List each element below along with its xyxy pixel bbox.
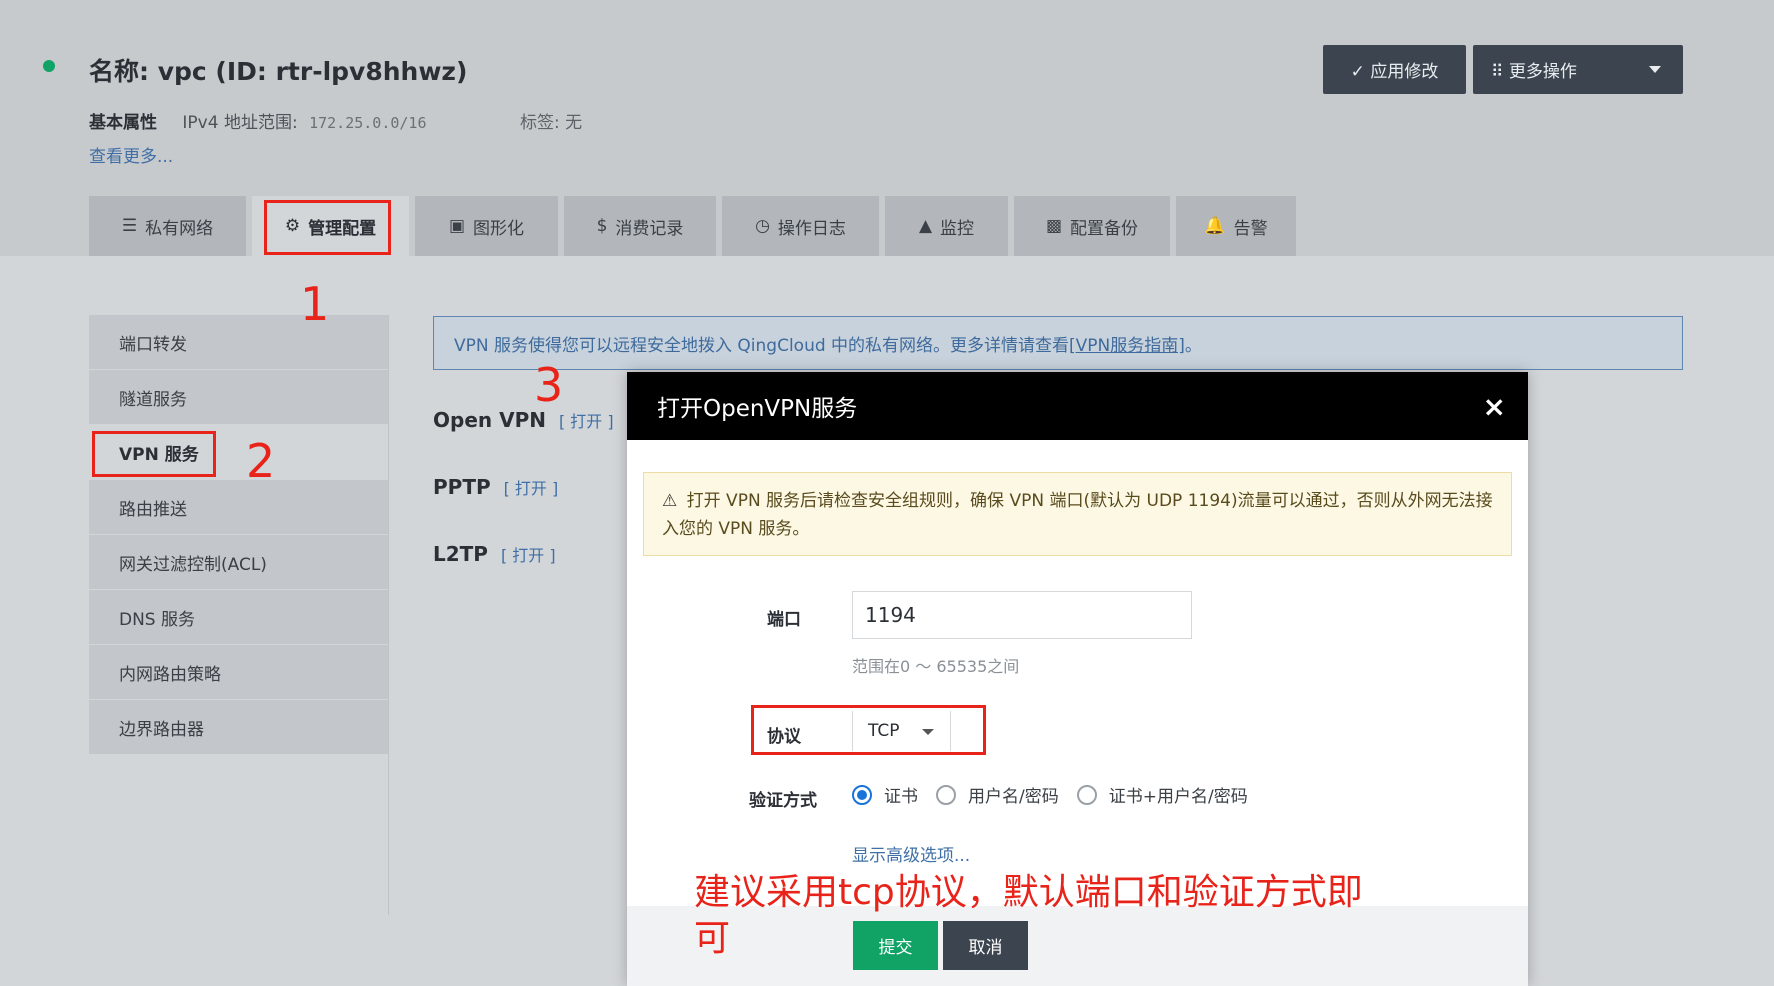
annotation-box-tab (264, 200, 391, 255)
sidebar-divider (388, 315, 389, 915)
annotation-number-3: 3 (534, 358, 564, 412)
auth-option-label: 证书 (884, 787, 918, 807)
info-end: 。 (1184, 335, 1202, 356)
vpn-openvpn-row: Open VPN [ 打开 ] (433, 408, 614, 432)
tab-label: 配置备份 (1070, 218, 1139, 239)
port-label: 端口 (767, 610, 801, 630)
basic-attributes: 基本属性 IPv4 地址范围: 172.25.0.0/16 (89, 108, 427, 133)
sidebar-item-port-forwarding[interactable]: 端口转发 (89, 315, 389, 370)
warning-alert: ⚠ 打开 VPN 服务后请检查安全组规则，确保 VPN 端口(默认为 UDP 1… (643, 472, 1512, 556)
annotation-number-1: 1 (300, 277, 330, 331)
area-chart-icon: ▲ (918, 216, 933, 236)
more-actions-button[interactable]: ⠿ 更多操作 (1473, 45, 1683, 94)
l2tp-open-link[interactable]: [ 打开 ] (501, 546, 556, 565)
auth-option-label: 用户名/密码 (968, 787, 1059, 807)
tab-graphic[interactable]: ▣ 图形化 (415, 196, 558, 256)
auth-cert-radio[interactable] (852, 784, 872, 805)
sidebar-item-route-push[interactable]: 路由推送 (89, 480, 389, 535)
port-input[interactable]: 1194 (852, 591, 1192, 639)
vpn-l2tp-row: L2TP [ 打开 ] (433, 542, 556, 566)
clock-icon: ◷ (755, 216, 770, 236)
annotation-box-sidebar (92, 431, 216, 477)
vpn-pptp-row: PPTP [ 打开 ] (433, 475, 558, 499)
auth-cert-userpass-radio[interactable] (1076, 784, 1097, 805)
tab-monitor[interactable]: ▲ 监控 (885, 196, 1008, 256)
dollar-icon: $ (596, 216, 608, 236)
vpn-name: L2TP (433, 542, 488, 566)
list-icon: ☰ (121, 216, 138, 236)
vpn-name: PPTP (433, 475, 491, 499)
auth-userpass-radio[interactable] (936, 784, 956, 805)
tab-label: 监控 (940, 218, 975, 239)
port-hint: 范围在0 ～ 65535之间 (852, 657, 1020, 676)
tab-label: 告警 (1233, 218, 1268, 239)
tab-label: 私有网络 (145, 218, 214, 239)
sidebar-item-route-policy[interactable]: 内网路由策略 (89, 645, 389, 700)
camera-icon: ▩ (1045, 216, 1063, 236)
apply-changes-button[interactable]: ✓ 应用修改 (1323, 45, 1466, 94)
ipv4-label: IPv4 地址范围: (182, 113, 298, 133)
more-actions-label: ⠿ 更多操作 (1491, 62, 1577, 82)
basic-attributes-label: 基本属性 (89, 113, 157, 133)
tab-alarm[interactable]: 🔔 告警 (1176, 196, 1296, 256)
sidebar-item-acl[interactable]: 网关过滤控制(ACL) (89, 535, 389, 590)
vpn-guide-link[interactable]: [VPN服务指南] (1069, 331, 1185, 356)
sidebar-item-dns[interactable]: DNS 服务 (89, 590, 389, 645)
dialog-title: 打开OpenVPN服务 (657, 396, 858, 422)
show-advanced-options-link[interactable]: 显示高级选项... (852, 841, 970, 866)
tab-label: 图形化 (473, 218, 525, 239)
resource-title: 名称: vpc (ID: rtr-lpv8hhwz) (89, 57, 468, 86)
vpn-name: Open VPN (433, 408, 546, 432)
close-icon[interactable]: × (1483, 390, 1506, 423)
warning-text: 打开 VPN 服务后请检查安全组规则，确保 VPN 端口(默认为 UDP 119… (662, 491, 1493, 539)
see-more-link[interactable]: 查看更多... (89, 142, 173, 167)
sidebar-item-tunnel[interactable]: 隧道服务 (89, 370, 389, 425)
apply-changes-label: ✓ 应用修改 (1350, 62, 1439, 82)
annotation-number-2: 2 (246, 434, 276, 488)
image-icon: ▣ (448, 216, 466, 236)
vpn-info-banner: VPN 服务使得您可以远程安全地拨入 QingCloud 中的私有网络。更多详情… (433, 316, 1683, 370)
tab-label: 操作日志 (777, 218, 846, 239)
sidebar-item-border-router[interactable]: 边界路由器 (89, 700, 389, 755)
tab-config-backup[interactable]: ▩ 配置备份 (1014, 196, 1170, 256)
annotation-box-protocol (751, 705, 986, 755)
warning-icon: ⚠ (662, 491, 678, 511)
tab-billing-records[interactable]: $ 消费记录 (564, 196, 716, 256)
auth-method-group: 证书 用户名/密码 证书+用户名/密码 (852, 782, 1266, 807)
chevron-down-icon (1649, 66, 1661, 73)
info-text: VPN 服务使得您可以远程安全地拨入 QingCloud 中的私有网络。更多详情… (454, 335, 1070, 356)
annotation-note: 建议采用tcp协议，默认端口和验证方式即可 (694, 872, 1363, 959)
tab-label: 消费记录 (615, 218, 684, 239)
auth-option-label: 证书+用户名/密码 (1108, 787, 1248, 807)
bell-icon: 🔔 (1204, 216, 1226, 236)
tab-private-network[interactable]: ☰ 私有网络 (89, 196, 246, 256)
openvpn-open-link[interactable]: [ 打开 ] (559, 412, 614, 431)
tab-operation-log[interactable]: ◷ 操作日志 (722, 196, 879, 256)
tags-text: 标签: 无 (520, 113, 583, 133)
pptp-open-link[interactable]: [ 打开 ] (504, 479, 559, 498)
dialog-header: 打开OpenVPN服务 × (627, 372, 1528, 440)
status-indicator (43, 60, 55, 72)
ipv4-value: 172.25.0.0/16 (309, 114, 427, 132)
auth-method-label: 验证方式 (749, 791, 817, 811)
sidebar: 端口转发 隧道服务 VPN 服务 路由推送 网关过滤控制(ACL) DNS 服务… (89, 315, 389, 755)
